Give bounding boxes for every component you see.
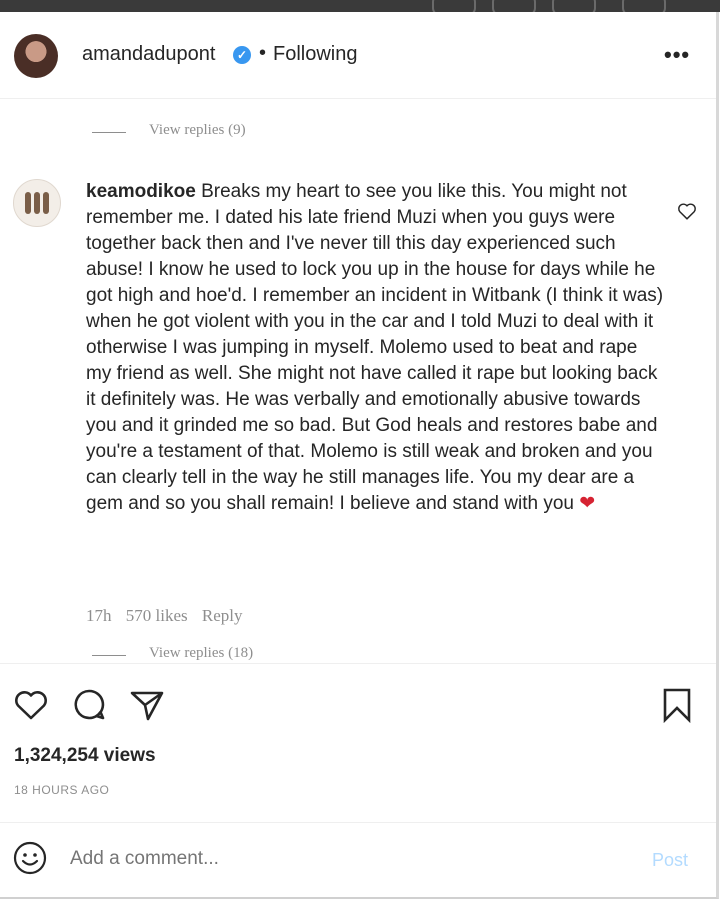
comment-likes[interactable]: 570 likes [126, 606, 188, 625]
emoji-smile-icon[interactable] [12, 840, 48, 876]
share-paper-plane-icon[interactable] [128, 686, 166, 724]
view-replies-line [92, 655, 126, 656]
comment-text: Breaks my heart to see you like this. Yo… [86, 181, 664, 514]
view-replies-line [92, 132, 126, 133]
commenter-username[interactable]: keamodikoe [86, 181, 196, 202]
header-separator: • [259, 42, 267, 64]
post-header: amandadupont ✓ • Following ••• [0, 12, 716, 99]
author-username[interactable]: amandadupont [82, 43, 215, 66]
view-replies-bottom[interactable]: View replies (18) [149, 642, 253, 661]
divider [0, 822, 716, 823]
post-panel: amandadupont ✓ • Following ••• View repl… [0, 12, 719, 899]
red-heart-emoji: ❤ [579, 493, 596, 514]
view-replies-clip: View replies (18) [149, 642, 253, 661]
save-bookmark-icon[interactable] [658, 686, 696, 724]
comment-body: keamodikoe Breaks my heart to see you li… [86, 179, 666, 517]
comment-bubble-icon[interactable] [70, 686, 108, 724]
view-count[interactable]: 1,324,254 views [14, 745, 156, 767]
reply-button[interactable]: Reply [202, 606, 243, 625]
more-options-icon[interactable]: ••• [664, 42, 690, 68]
add-comment-input[interactable] [70, 848, 570, 870]
like-heart-icon[interactable] [12, 686, 50, 724]
post-timestamp: 18 HOURS AGO [14, 783, 110, 797]
post-button[interactable]: Post [652, 850, 688, 871]
divider [0, 663, 716, 664]
verified-badge-icon: ✓ [233, 46, 251, 64]
window-top-bar [0, 0, 720, 16]
following-button[interactable]: Following [273, 43, 357, 66]
comment-meta: 17h 570 likes Reply [86, 606, 252, 626]
comment-like-heart-icon[interactable] [676, 200, 698, 222]
view-replies-top[interactable]: View replies (9) [149, 122, 246, 139]
comment-time: 17h [86, 606, 112, 625]
commenter-avatar[interactable] [13, 179, 61, 227]
author-avatar[interactable] [14, 34, 58, 78]
